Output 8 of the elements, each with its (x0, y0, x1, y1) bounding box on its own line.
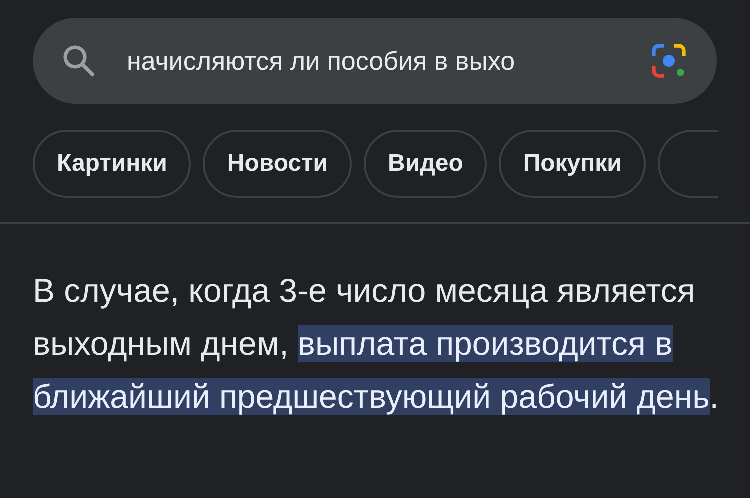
filter-chip[interactable]: Покупки (499, 130, 646, 198)
search-icon (61, 43, 97, 79)
camera-lens-icon[interactable] (649, 41, 689, 81)
filter-chip[interactable]: Картинки (33, 130, 192, 198)
filter-chip[interactable]: Новости (203, 130, 352, 198)
filter-chip[interactable]: Видео (364, 130, 488, 198)
search-bar[interactable]: начисляются ли пособия в выхо (33, 18, 717, 104)
search-query: начисляются ли пособия в выхо (127, 46, 516, 76)
